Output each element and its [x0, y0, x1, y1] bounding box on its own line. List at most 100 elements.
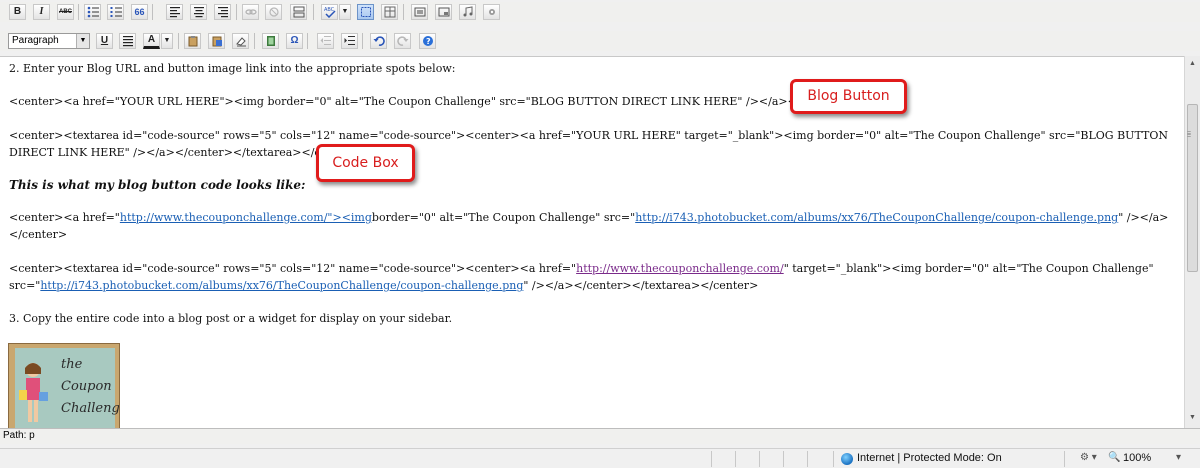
blockquote-button[interactable]: 66	[131, 4, 148, 20]
example-heading: This is what my blog button code looks l…	[9, 178, 306, 192]
outdent-icon	[320, 36, 331, 45]
status-divider	[759, 451, 760, 467]
align-left-icon	[169, 7, 180, 18]
toolbar-separator	[78, 4, 79, 20]
status-divider	[783, 451, 784, 467]
table-button[interactable]	[381, 4, 398, 20]
music-note-icon	[463, 6, 472, 17]
underline-button[interactable]: U	[96, 33, 113, 49]
toolbar-separator	[313, 4, 314, 20]
scroll-up-icon[interactable]: ▲	[1185, 56, 1200, 72]
blog-button-image[interactable]: the Coupon Challenge	[8, 343, 120, 429]
undo-icon	[373, 36, 385, 46]
status-divider	[735, 451, 736, 467]
settings-dropdown-icon[interactable]: ⚙ ▾	[1080, 452, 1097, 463]
paste-text-button[interactable]	[184, 33, 201, 49]
example-image-link[interactable]: http://i743.photobucket.com/albums/xx76/…	[635, 211, 1118, 224]
insert-audio-button[interactable]	[459, 4, 476, 20]
bold-button[interactable]: B	[9, 4, 26, 20]
zoom-level[interactable]: 100%	[1123, 452, 1151, 464]
example-url-link[interactable]: http://www.thecouponchallenge.com/	[576, 262, 784, 275]
help-button[interactable]: ?	[419, 33, 436, 49]
status-divider	[1064, 451, 1065, 467]
security-zone[interactable]: Internet | Protected Mode: On	[857, 452, 1002, 464]
blog-button-image-text: the Coupon Challenge	[61, 357, 120, 416]
spellcheck-dropdown[interactable]: ▼	[339, 4, 351, 20]
toolbar-separator	[307, 33, 308, 49]
toolbar-separator	[152, 4, 153, 20]
chevron-down-icon: ▼	[76, 34, 89, 48]
paste-word-button[interactable]	[208, 33, 225, 49]
link-button[interactable]	[242, 4, 259, 20]
justify-button[interactable]	[119, 33, 136, 49]
paste-word-icon	[212, 36, 222, 47]
girl-illustration	[19, 363, 48, 422]
font-color-button[interactable]: A	[143, 33, 160, 49]
zoom-icon[interactable]: 🔍	[1108, 452, 1120, 463]
editor-content-area[interactable]: 2. Enter your Blog URL and button image …	[0, 56, 1184, 429]
step-3-text: 3. Copy the entire code into a blog post…	[9, 312, 453, 325]
unlink-button[interactable]	[265, 4, 282, 20]
align-center-icon	[193, 7, 204, 18]
editor-toolbar-top: B I ABC 66 ABC ▼	[0, 2, 1200, 22]
remove-format-button[interactable]	[232, 33, 249, 49]
zoom-dropdown-icon[interactable]: ▾	[1176, 452, 1181, 463]
status-divider	[711, 451, 712, 467]
visual-aid-button[interactable]	[357, 4, 374, 20]
visual-aid-icon	[360, 7, 371, 17]
horizontal-rule-button[interactable]	[290, 4, 307, 20]
strikethrough-button[interactable]: ABC	[57, 4, 74, 20]
redo-icon	[396, 36, 408, 46]
vertical-scrollbar[interactable]: ▲ = = ▼	[1184, 56, 1200, 428]
step-2-text: 2. Enter your Blog URL and button image …	[9, 62, 456, 75]
toolbar-separator	[403, 4, 404, 20]
element-path: Path: p	[0, 428, 1200, 444]
toolbar-separator	[236, 4, 237, 20]
blog-button-code: <center><a href="YOUR URL HERE"><img bor…	[9, 95, 846, 108]
align-right-button[interactable]	[214, 4, 231, 20]
indent-icon	[344, 36, 355, 45]
align-right-icon	[217, 7, 228, 18]
format-select-value: Paragraph	[12, 35, 59, 46]
format-select[interactable]: Paragraph ▼	[8, 33, 90, 49]
unlink-icon	[268, 7, 279, 17]
editor-toolbar-bottom: Paragraph ▼ U A ▼ Ω ?	[0, 31, 1200, 51]
special-character-button[interactable]: Ω	[286, 33, 303, 49]
font-color-dropdown[interactable]: ▼	[161, 33, 173, 49]
insert-media-button[interactable]	[435, 4, 452, 20]
toolbar-separator	[362, 33, 363, 49]
scroll-down-icon[interactable]: ▼	[1185, 410, 1200, 426]
code-text: border="0" alt="The Coupon Challenge" sr…	[371, 211, 636, 224]
eraser-icon	[235, 37, 246, 47]
spellcheck-icon: ABC	[324, 7, 336, 18]
undo-button[interactable]	[370, 33, 387, 49]
bullet-list-button[interactable]	[84, 4, 101, 20]
media-icon	[438, 7, 449, 17]
outdent-button[interactable]	[317, 33, 334, 49]
blog-button-callout: Blog Button	[790, 79, 907, 114]
paste-icon	[188, 36, 197, 47]
insert-media-button-2[interactable]	[262, 33, 279, 49]
code-text: " /></a></center></textarea></center>	[523, 279, 759, 292]
example-image-link[interactable]: http://i743.photobucket.com/albums/xx76/…	[40, 279, 523, 292]
spellcheck-button[interactable]: ABC	[321, 4, 338, 20]
redo-button[interactable]	[394, 33, 411, 49]
example-url-link[interactable]: http://www.thecouponchallenge.com/"><img	[120, 211, 372, 224]
image-icon	[414, 7, 425, 17]
align-center-button[interactable]	[190, 4, 207, 20]
horizontal-rule-icon	[293, 6, 304, 18]
italic-button[interactable]: I	[33, 4, 50, 20]
indent-button[interactable]	[341, 33, 358, 49]
link-icon	[244, 9, 257, 15]
status-divider	[833, 451, 834, 467]
more-button[interactable]	[483, 4, 500, 20]
status-divider	[807, 451, 808, 467]
align-justify-icon	[122, 36, 133, 47]
film-icon	[266, 36, 275, 46]
toolbar-separator	[254, 33, 255, 49]
scrollbar-grip-icon: = =	[1187, 130, 1192, 140]
table-icon	[384, 6, 395, 18]
numbered-list-button[interactable]	[107, 4, 124, 20]
insert-image-button[interactable]	[411, 4, 428, 20]
align-left-button[interactable]	[166, 4, 183, 20]
